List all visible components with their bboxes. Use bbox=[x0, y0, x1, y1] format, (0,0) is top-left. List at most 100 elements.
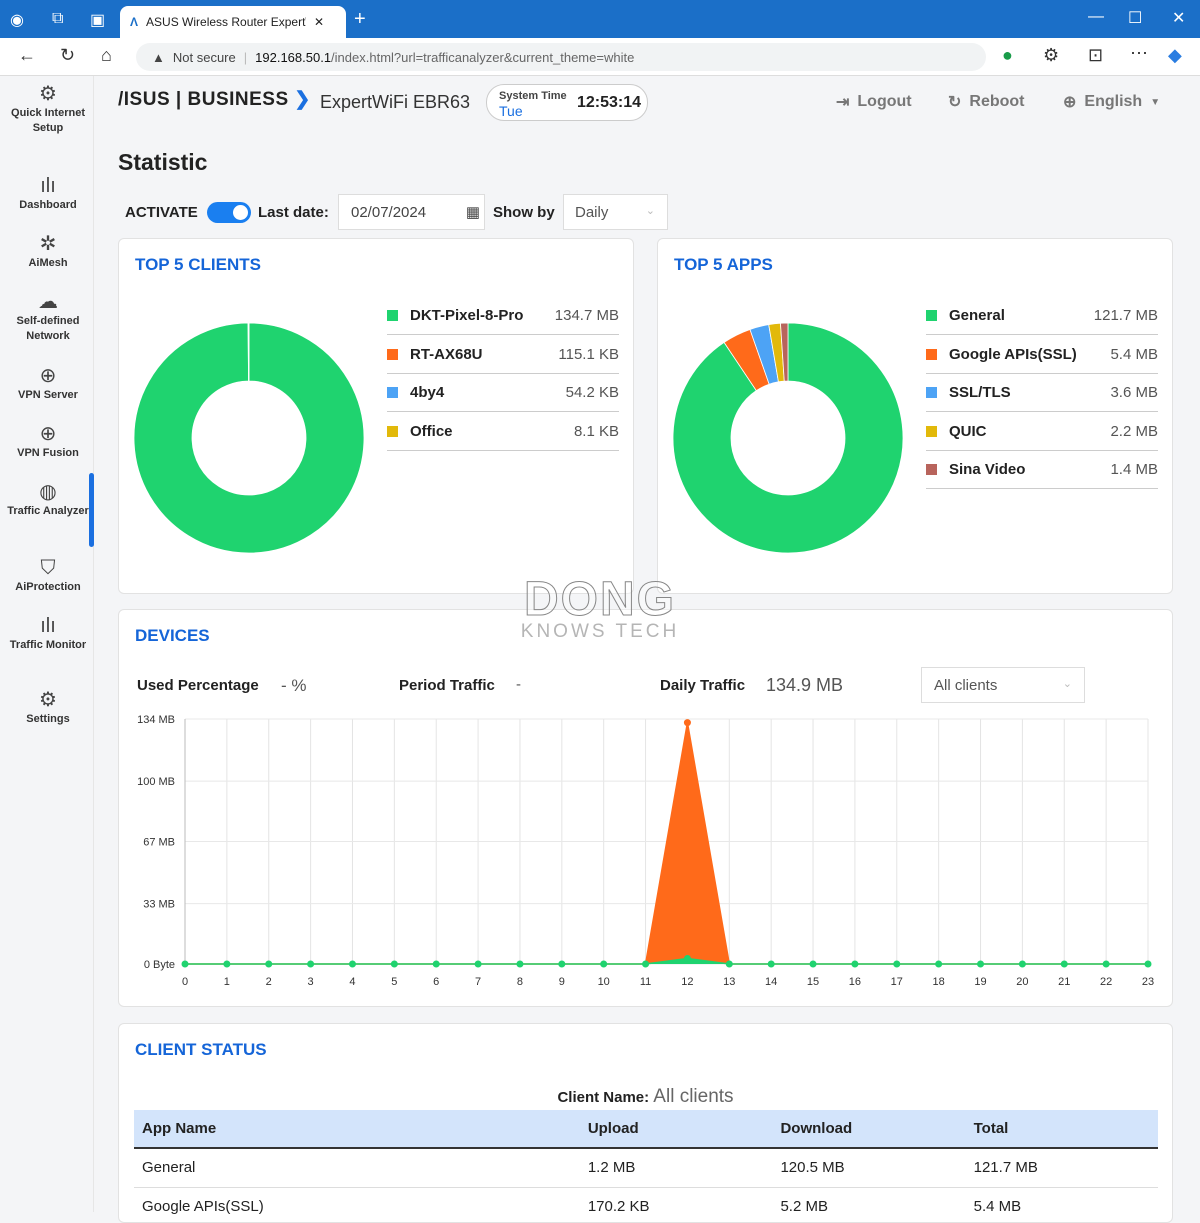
show-by-select[interactable]: Daily⌄ bbox=[563, 194, 668, 230]
copilot-icon[interactable]: ◆ bbox=[1168, 45, 1182, 66]
mesh-icon: ✲ bbox=[2, 232, 94, 256]
asus-favicon-icon: Λ bbox=[130, 15, 138, 29]
collections-icon[interactable]: ⧉ bbox=[52, 10, 63, 28]
warning-icon: ▲ bbox=[152, 50, 165, 65]
profile-icon[interactable]: ◉ bbox=[10, 10, 24, 30]
legend-item: Office8.1 KB bbox=[387, 413, 619, 451]
legend-value: 5.4 MB bbox=[1110, 346, 1158, 363]
legend-item: Sina Video1.4 MB bbox=[926, 451, 1158, 489]
page-title: Statistic bbox=[118, 149, 207, 176]
last-date-input[interactable]: 02/07/2024▦ bbox=[338, 194, 485, 230]
maximize-icon[interactable]: ☐ bbox=[1128, 8, 1142, 28]
legend-item: RT-AX68U115.1 KB bbox=[387, 336, 619, 374]
table-cell: Google APIs(SSL) bbox=[134, 1187, 580, 1223]
activate-toggle[interactable] bbox=[207, 202, 251, 223]
table-cell: 5.2 MB bbox=[772, 1187, 965, 1223]
sidebar-item-self-defined-network[interactable]: ☁Self-defined Network bbox=[2, 290, 94, 344]
extension-icon[interactable]: ● bbox=[1002, 45, 1013, 66]
sidebar-item-vpn-fusion[interactable]: ⊕VPN Fusion bbox=[2, 422, 94, 461]
legend-value: 3.6 MB bbox=[1110, 384, 1158, 401]
column-header[interactable]: App Name bbox=[134, 1110, 580, 1148]
sidebar-item-vpn-server[interactable]: ⊕VPN Server bbox=[2, 364, 94, 403]
system-day: Tue bbox=[499, 103, 523, 119]
minimize-icon[interactable]: — bbox=[1088, 8, 1104, 26]
sidebar-item-aiprotection[interactable]: ⛉AiProtection bbox=[2, 556, 94, 595]
legend-swatch bbox=[926, 387, 937, 398]
model-name: ExpertWiFi EBR63 bbox=[320, 92, 470, 113]
system-time-label: System Time bbox=[499, 90, 567, 102]
table-row: Google APIs(SSL)170.2 KB5.2 MB5.4 MB bbox=[134, 1187, 1158, 1223]
back-icon[interactable]: ← bbox=[18, 45, 36, 66]
globe-icon: ⊕ bbox=[2, 364, 94, 388]
legend-name: SSL/TLS bbox=[949, 384, 1011, 401]
sidebar-item-label: AiMesh bbox=[28, 257, 67, 269]
table-cell: 120.5 MB bbox=[772, 1148, 965, 1187]
legend-value: 54.2 KB bbox=[566, 384, 619, 401]
tab-actions-icon[interactable]: ▣ bbox=[90, 10, 105, 30]
home-icon[interactable]: ⌂ bbox=[101, 45, 112, 66]
sidebar-item-label: VPN Fusion bbox=[17, 447, 79, 459]
close-tab-icon[interactable]: ✕ bbox=[314, 15, 324, 29]
refresh-icon[interactable]: ↻ bbox=[60, 45, 75, 66]
extensions-icon[interactable]: ⚙ bbox=[1043, 45, 1059, 66]
sidebar-item-aimesh[interactable]: ✲AiMesh bbox=[2, 232, 94, 271]
logout-button[interactable]: ⇥Logout bbox=[836, 92, 912, 112]
activate-label: ACTIVATE bbox=[125, 204, 198, 221]
url-path: /index.html?url=trafficanalyzer&current_… bbox=[331, 50, 634, 65]
table-cell: 1.2 MB bbox=[580, 1148, 773, 1187]
legend-value: 8.1 KB bbox=[574, 423, 619, 440]
language-select[interactable]: ⊕English▼ bbox=[1063, 92, 1160, 112]
column-header[interactable]: Upload bbox=[580, 1110, 773, 1148]
close-window-icon[interactable]: ✕ bbox=[1172, 8, 1185, 28]
reboot-icon: ↻ bbox=[948, 92, 961, 112]
screenshot-icon[interactable]: ⊡ bbox=[1088, 45, 1103, 66]
sidebar-item-label: AiProtection bbox=[15, 581, 80, 593]
browser-tab[interactable]: Λ ASUS Wireless Router ExpertWiFi ✕ bbox=[120, 6, 346, 38]
legend-value: 2.2 MB bbox=[1110, 423, 1158, 440]
legend-value: 115.1 KB bbox=[558, 346, 619, 363]
reboot-button[interactable]: ↻Reboot bbox=[948, 92, 1025, 112]
url-field[interactable]: ▲ Not secure | 192.168.50.1/index.html?u… bbox=[136, 43, 986, 71]
client-status-card: CLIENT STATUS Client Name: All clients A… bbox=[118, 1023, 1173, 1223]
daily-traffic-value: 134.9 MB bbox=[766, 675, 843, 696]
sidebar-active-indicator bbox=[89, 473, 94, 547]
sidebar-item-label: VPN Server bbox=[18, 389, 78, 401]
asus-business-logo: /ISUS | BUSINESS ❯ bbox=[118, 88, 311, 111]
period-traffic-label: Period Traffic bbox=[399, 677, 495, 694]
table-cell: 170.2 KB bbox=[580, 1187, 773, 1223]
bar-chart-icon: ılı bbox=[2, 174, 94, 198]
legend-item: QUIC2.2 MB bbox=[926, 413, 1158, 451]
globe-icon: ⊕ bbox=[2, 422, 94, 446]
legend-name: 4by4 bbox=[410, 384, 444, 401]
watermark-logo: DONG KNOWS TECH bbox=[508, 572, 692, 643]
sidebar-item-traffic-monitor[interactable]: ılıTraffic Monitor bbox=[2, 614, 94, 653]
client-name-line: Client Name: All clients bbox=[119, 1086, 1172, 1108]
sidebar-item-quick-internet-setup[interactable]: ⚙Quick Internet Setup bbox=[2, 82, 94, 136]
legend-swatch bbox=[926, 426, 937, 437]
period-traffic-value: - bbox=[516, 676, 521, 693]
sidebar-item-traffic-analyzer[interactable]: ◍Traffic Analyzer bbox=[2, 480, 94, 519]
sidebar-item-dashboard[interactable]: ılıDashboard bbox=[2, 174, 94, 213]
table-cell: 5.4 MB bbox=[966, 1187, 1158, 1223]
calendar-icon[interactable]: ▦ bbox=[466, 203, 480, 221]
devices-title: DEVICES bbox=[135, 626, 210, 646]
legend-name: Google APIs(SSL) bbox=[949, 346, 1077, 363]
new-tab-icon[interactable]: + bbox=[354, 8, 366, 31]
legend-swatch bbox=[387, 310, 398, 321]
table-row: General1.2 MB120.5 MB121.7 MB bbox=[134, 1148, 1158, 1187]
legend-name: General bbox=[949, 307, 1005, 324]
legend-swatch bbox=[387, 426, 398, 437]
more-icon[interactable]: ⋯ bbox=[1130, 43, 1148, 64]
table-cell: 121.7 MB bbox=[966, 1148, 1158, 1187]
column-header[interactable]: Total bbox=[966, 1110, 1158, 1148]
not-secure-label: Not secure bbox=[173, 50, 236, 65]
sidebar-item-label: Self-defined Network bbox=[17, 315, 80, 342]
legend-swatch bbox=[387, 349, 398, 360]
sidebar-item-settings[interactable]: ⚙Settings bbox=[2, 688, 94, 727]
sidebar-item-label: Quick Internet Setup bbox=[11, 107, 85, 134]
column-header[interactable]: Download bbox=[772, 1110, 965, 1148]
logout-icon: ⇥ bbox=[836, 92, 849, 112]
last-date-label: Last date: bbox=[258, 204, 329, 221]
client-filter-select[interactable]: All clients⌄ bbox=[921, 667, 1085, 703]
chevron-down-icon: ⌄ bbox=[1063, 677, 1072, 690]
